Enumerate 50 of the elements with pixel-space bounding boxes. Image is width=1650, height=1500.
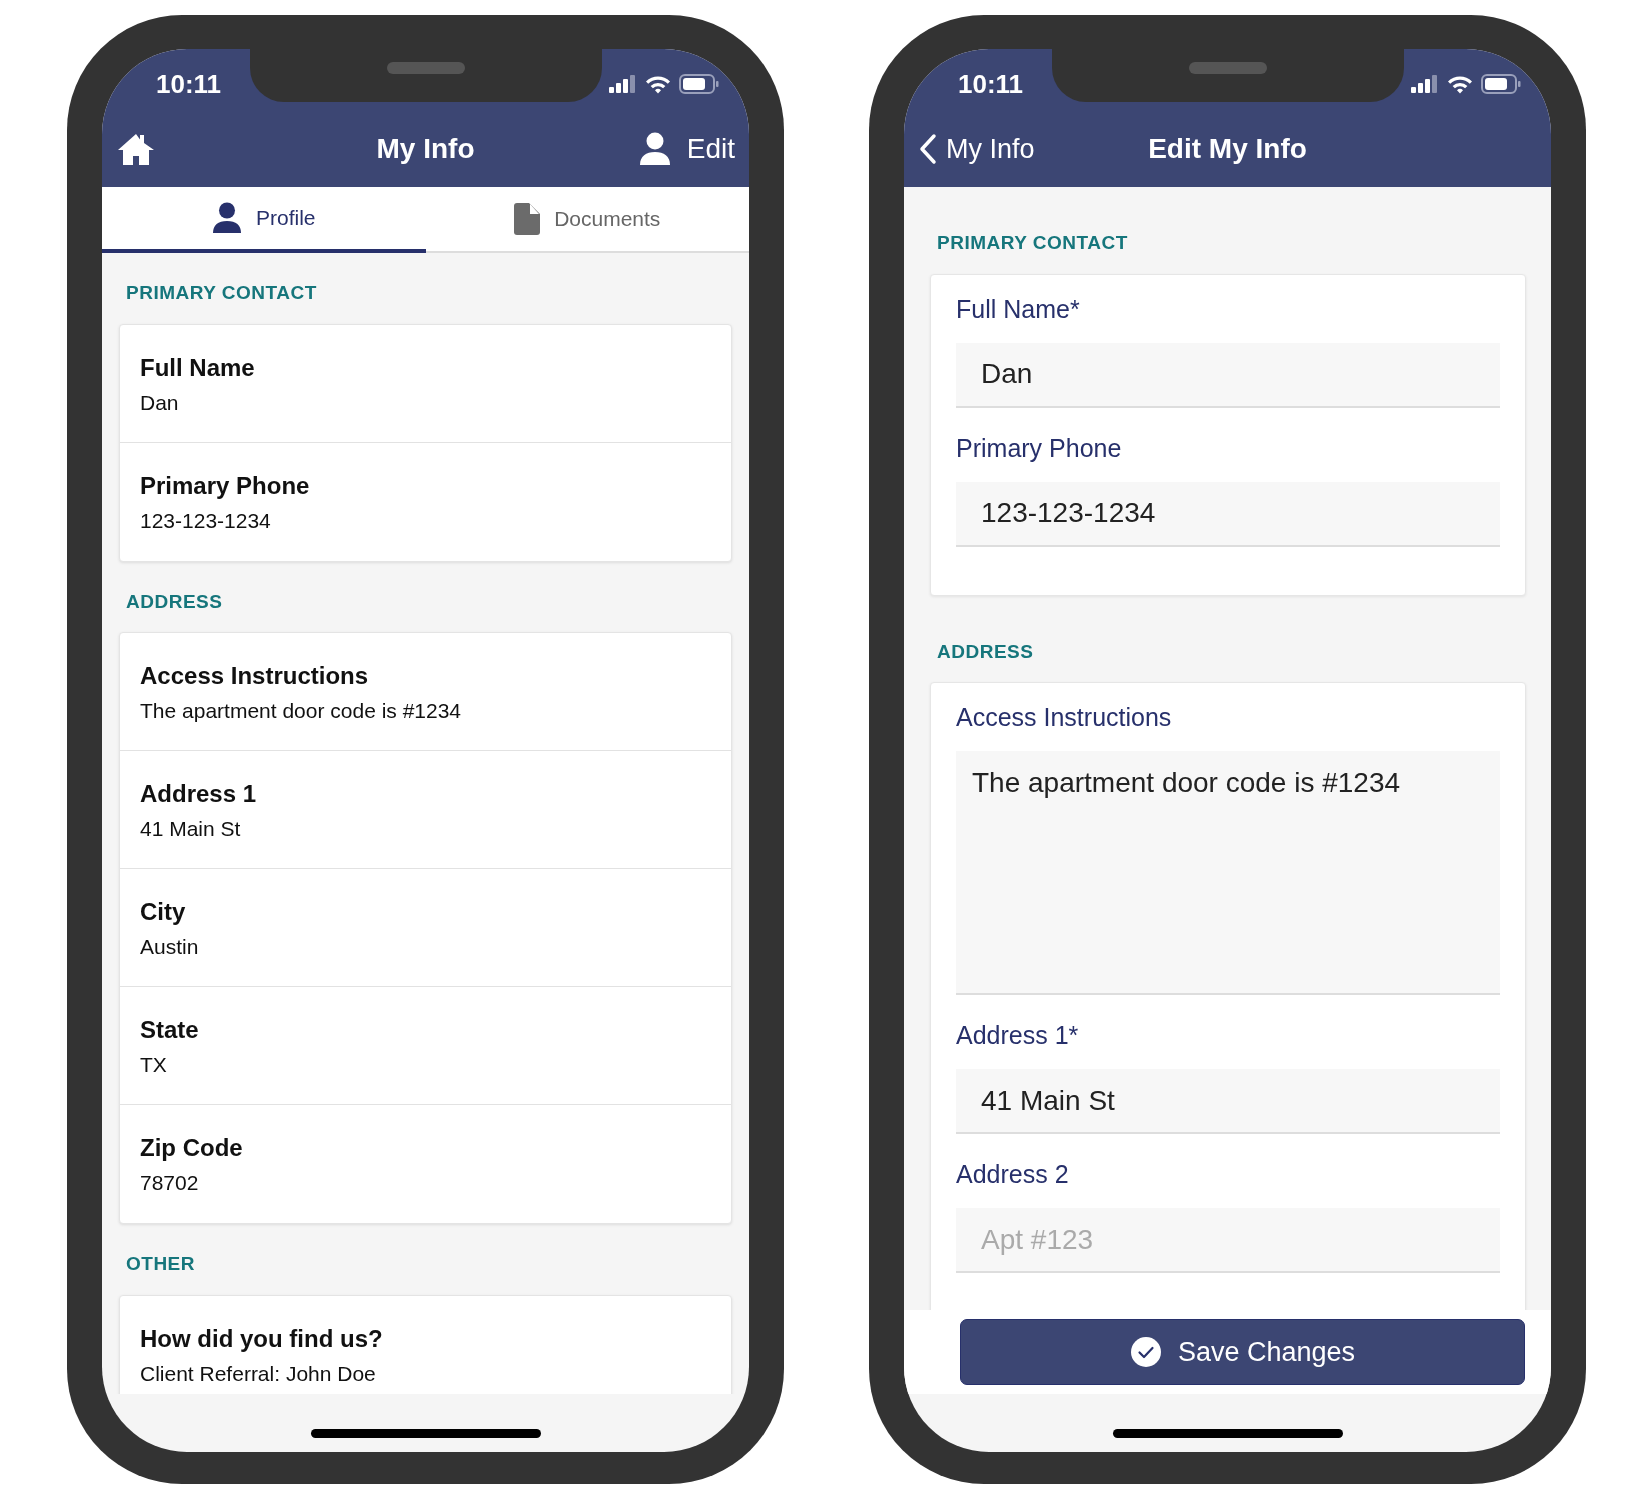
status-time: 10:11 [156, 67, 222, 101]
section-heading: ADDRESS [125, 589, 224, 614]
field-value: Dan [140, 389, 180, 416]
field-label: Full Name* [956, 293, 1081, 325]
input-field[interactable]: Dan [956, 342, 1500, 408]
section-heading: PRIMARY CONTACT [125, 281, 318, 305]
wifi-icon [1447, 74, 1473, 94]
section-heading: ADDRESS [936, 639, 1035, 664]
field-label: Primary Phone [956, 432, 1123, 464]
signal-icon [609, 75, 637, 93]
field-label: Zip Code [140, 1133, 244, 1163]
field-value: 78702 [140, 1170, 200, 1196]
home-icon[interactable] [116, 131, 156, 167]
document-icon [514, 203, 541, 235]
field-value: 123-123-1234 [140, 507, 272, 534]
edit-button[interactable]: Edit [638, 128, 735, 170]
section-heading: OTHER [125, 1252, 196, 1276]
person-icon [212, 202, 242, 234]
person-icon [638, 132, 671, 166]
input-field[interactable]: Apt #123 [956, 1208, 1500, 1273]
field-value: Austin [140, 934, 200, 960]
battery-icon [1481, 74, 1521, 94]
screen-title: My Info [376, 132, 475, 166]
field-value: TX [140, 1052, 168, 1078]
field-label: Primary Phone [140, 470, 311, 501]
text-area[interactable]: The apartment door code is #1234 [956, 751, 1500, 995]
field-label: How did you find us? [140, 1323, 384, 1354]
field-label: Full Name [140, 352, 256, 383]
field-label: State [140, 1015, 200, 1045]
field-label: Access Instructions [140, 661, 370, 691]
field-value: The apartment door code is #1234 [140, 698, 463, 724]
field-label: Address 1 [140, 779, 258, 809]
field-label: City [140, 897, 187, 927]
save-button[interactable]: Save Changes [960, 1319, 1525, 1385]
screen-title: Edit My Info [1148, 132, 1307, 166]
back-button[interactable]: My Info [918, 128, 1035, 170]
field-label: Address 1* [956, 1020, 1080, 1051]
chevron-left-icon [918, 133, 938, 165]
check-circle-icon [1129, 1336, 1162, 1368]
field-label: Access Instructions [956, 702, 1173, 733]
signal-icon [1411, 75, 1439, 93]
section-heading: PRIMARY CONTACT [936, 231, 1129, 255]
input-field[interactable]: 41 Main St [956, 1069, 1500, 1134]
input-field[interactable]: 123-123-1234 [956, 481, 1500, 547]
battery-icon [679, 74, 719, 94]
field-value: Client Referral: John Doe [140, 1360, 377, 1387]
field-value: 41 Main St [140, 816, 242, 842]
wifi-icon [645, 74, 671, 94]
field-label: Address 2 [956, 1159, 1070, 1190]
status-time: 10:11 [958, 67, 1024, 101]
